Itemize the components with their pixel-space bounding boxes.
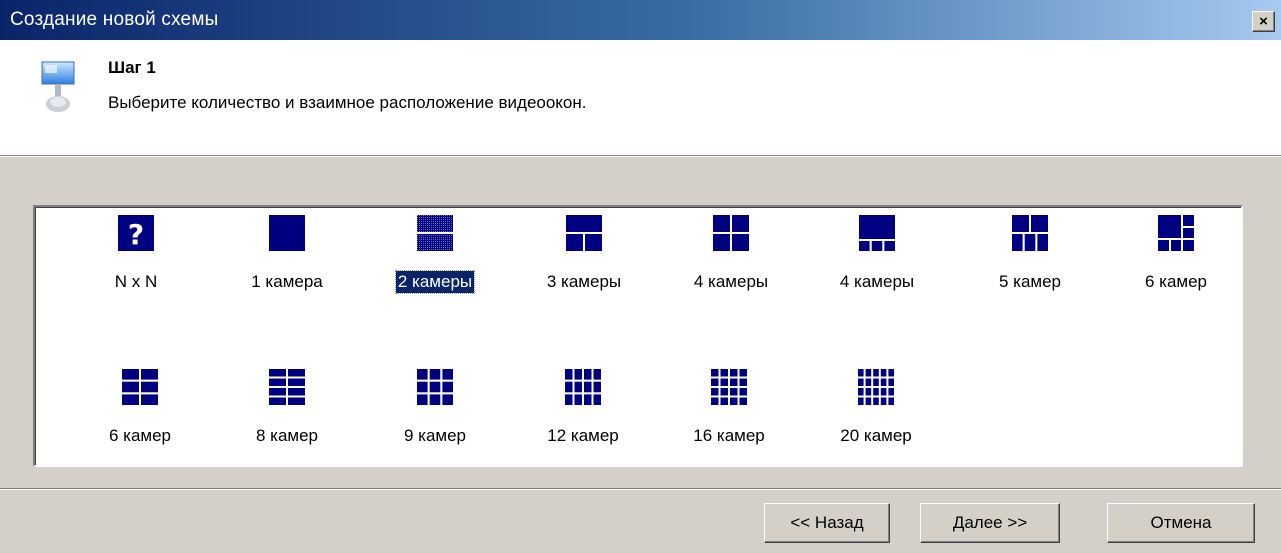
layout-5-icon [1012, 215, 1048, 251]
layout-item-9[interactable]: 9 камер [365, 369, 505, 469]
layout-item-1[interactable]: 1 камера [217, 215, 357, 315]
close-button[interactable]: × [1252, 11, 1275, 32]
question-layout-icon: ? [118, 215, 154, 251]
layout-item-12[interactable]: 12 камер [513, 369, 653, 469]
window-title: Создание новой схемы [10, 9, 219, 30]
wizard-header: Шаг 1 Выберите количество и взаимное рас… [0, 40, 1281, 156]
layout-2-icon [417, 215, 453, 251]
layout-label: 1 камера [251, 272, 323, 291]
monitor-camera-icon [41, 61, 75, 112]
layout-list[interactable]: ? N x N 1 камера 2 камеры 3 камеры 4 кам… [33, 205, 1243, 467]
layout-8-icon [269, 369, 305, 405]
title-bar: Создание новой схемы × [0, 0, 1281, 40]
close-icon: × [1259, 13, 1268, 30]
layout-9-icon [417, 369, 453, 405]
layout-label: 6 камер [1144, 272, 1208, 291]
layout-label: 6 камер [108, 426, 172, 445]
layout-item-4[interactable]: 4 камеры [661, 215, 801, 315]
cancel-button[interactable]: Отмена [1107, 503, 1255, 543]
layout-6b-icon [122, 369, 158, 405]
layout-item-16[interactable]: 16 камер [659, 369, 799, 469]
layout-item-nxn[interactable]: ? N x N [66, 215, 206, 315]
layout-label: 2 камеры [394, 270, 476, 294]
layout-1-icon [269, 215, 305, 251]
step-description: Выберите количество и взаимное расположе… [108, 93, 587, 112]
layout-item-20[interactable]: 20 камер [806, 369, 946, 469]
layout-item-2[interactable]: 2 камеры [365, 215, 505, 315]
layout-4b-icon [859, 215, 895, 251]
layout-6-icon [1158, 215, 1194, 251]
layout-item-3[interactable]: 3 камеры [514, 215, 654, 315]
layout-label: 5 камер [998, 272, 1062, 291]
step-title: Шаг 1 [108, 58, 156, 77]
layout-16-icon [711, 369, 747, 405]
layout-label: N x N [114, 272, 158, 291]
layout-20-icon [858, 369, 894, 405]
layout-label: 4 камеры [839, 272, 915, 291]
svg-text:?: ? [128, 218, 144, 251]
layout-4-icon [713, 215, 749, 251]
next-button[interactable]: Далее >> [920, 503, 1060, 543]
layout-item-4b[interactable]: 4 камеры [807, 215, 947, 315]
layout-item-5[interactable]: 5 камер [960, 215, 1100, 315]
layout-label: 4 камеры [693, 272, 769, 291]
layout-label: 3 камеры [546, 272, 622, 291]
layout-item-6b[interactable]: 6 камер [70, 369, 210, 469]
layout-label: 12 камер [547, 426, 619, 445]
header-divider [0, 156, 1281, 157]
layout-label: 8 камер [255, 426, 319, 445]
layout-12-icon [565, 369, 601, 405]
layout-3-icon [566, 215, 602, 251]
layout-item-8[interactable]: 8 камер [217, 369, 357, 469]
layout-label: 20 камер [840, 426, 912, 445]
layout-label: 9 камер [403, 426, 467, 445]
layout-item-6[interactable]: 6 камер [1106, 215, 1246, 315]
layout-label: 16 камер [693, 426, 765, 445]
footer-divider-highlight [0, 489, 1281, 490]
back-button[interactable]: << Назад [764, 503, 890, 543]
